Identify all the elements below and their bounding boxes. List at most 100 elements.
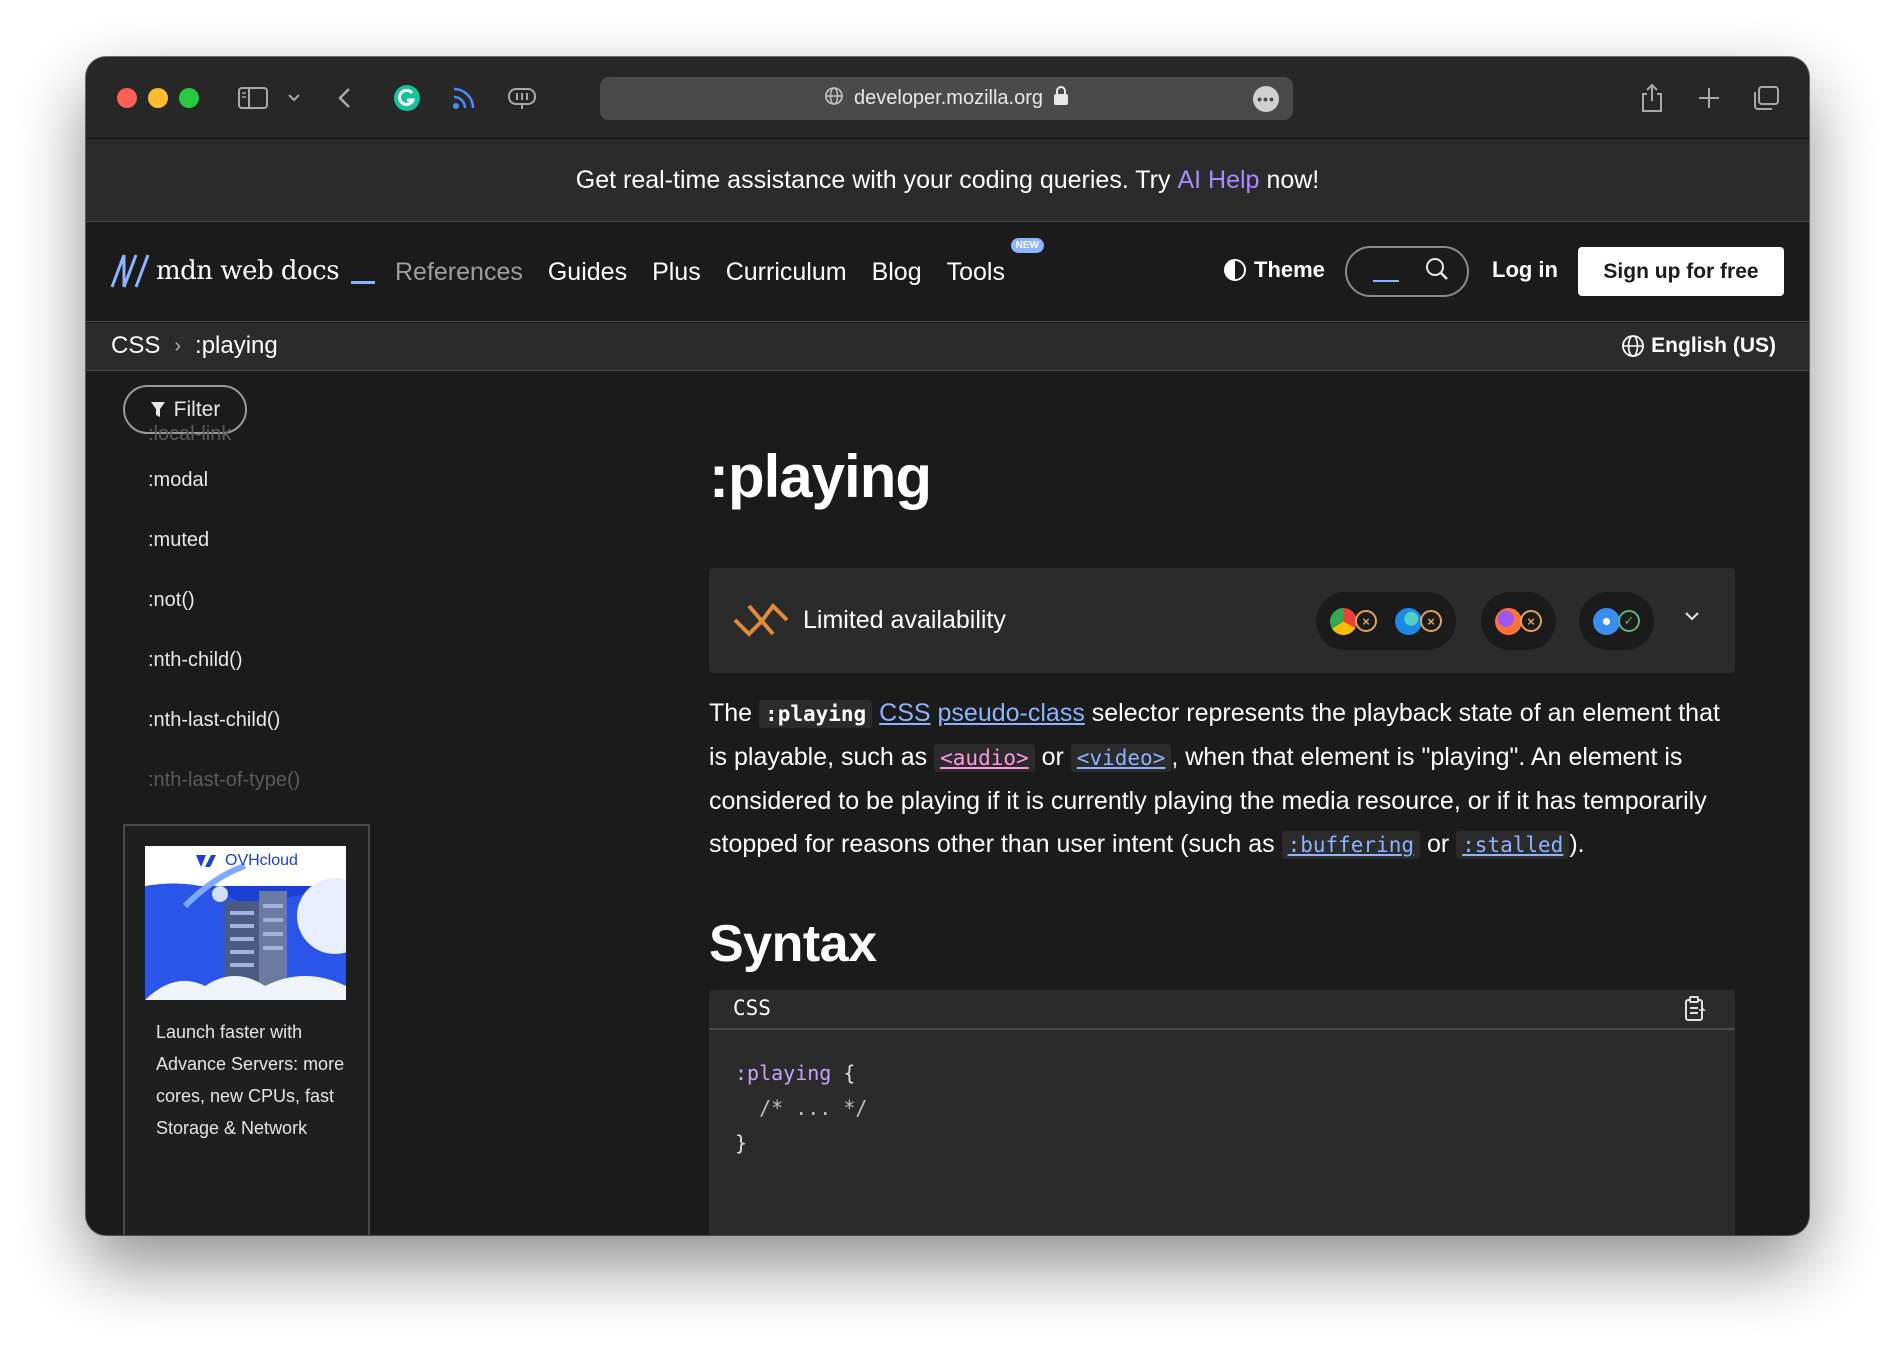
tab-overview-icon[interactable]: [1751, 79, 1781, 117]
search-input[interactable]: [1345, 246, 1469, 297]
breadcrumb-chevron-icon: ›: [174, 334, 182, 357]
new-tab-icon[interactable]: [1696, 79, 1722, 117]
ai-help-link[interactable]: AI Help: [1177, 166, 1259, 195]
zoom-window-button[interactable]: [179, 88, 199, 108]
desc-text: or: [1426, 830, 1450, 858]
sidebar-toggle-icon[interactable]: [236, 79, 270, 117]
ovhcloud-logo: OVHcloud: [195, 852, 298, 870]
inline-code: :playing: [759, 700, 873, 728]
safari-pill[interactable]: ✓: [1579, 592, 1654, 650]
code-header: CSS: [709, 990, 1735, 1030]
firefox-icon: [1495, 607, 1522, 635]
breadcrumb-css[interactable]: CSS: [111, 332, 160, 360]
login-link[interactable]: Log in: [1492, 257, 1558, 283]
lock-icon: [1053, 85, 1069, 112]
ad-image[interactable]: OVHcloud: [145, 846, 346, 1000]
logo-text: mdn web docs: [156, 256, 340, 286]
chromium-browsers-pill[interactable]: × ×: [1316, 592, 1456, 650]
globe-icon: [824, 86, 844, 112]
sidebar-item-modal[interactable]: :modal: [148, 469, 208, 492]
code-brace-close: }: [735, 1131, 748, 1155]
banner-text: Get real-time assistance with your codin…: [575, 165, 1171, 194]
sidebar-item-nth-child[interactable]: :nth-child(): [148, 649, 242, 672]
nav-tools[interactable]: Tools NEW: [946, 238, 1044, 287]
new-badge: NEW: [1010, 238, 1044, 253]
firefox-pill[interactable]: ×: [1481, 592, 1556, 650]
extension-icon[interactable]: [506, 79, 538, 117]
more-options-icon[interactable]: •••: [1253, 86, 1279, 112]
sidebar-item-local-link[interactable]: :local-link: [148, 423, 231, 446]
nav-plus[interactable]: Plus: [652, 258, 701, 287]
supported-check-icon: ✓: [1618, 610, 1640, 632]
filter-label: Filter: [173, 397, 221, 421]
grammarly-extension-icon[interactable]: [392, 79, 422, 117]
sidebar-item-nth-last-of-type[interactable]: :nth-last-of-type(): [148, 769, 300, 792]
browser-toolbar: developer.mozilla.org •••: [86, 57, 1809, 139]
code-comment: /* ... */: [735, 1096, 868, 1120]
sidebar-item-not[interactable]: :not(): [148, 589, 195, 612]
availability-label: Limited availability: [803, 606, 1006, 634]
code-body: :playing { /* ... */ }: [735, 1056, 867, 1161]
mdn-logo[interactable]: mdn web docs: [110, 253, 376, 289]
main-nav-links: References Guides Plus Curriculum Blog T…: [395, 223, 1044, 322]
syntax-heading: Syntax: [709, 915, 877, 973]
desc-text: or: [1041, 743, 1064, 771]
chevron-down-icon[interactable]: [286, 79, 302, 117]
url-text: developer.mozilla.org: [854, 87, 1043, 109]
nav-references[interactable]: References: [395, 258, 523, 287]
ad-text: Launch faster with Advance Servers: more…: [156, 1022, 345, 1138]
language-label: English (US): [1651, 334, 1776, 357]
audio-link[interactable]: <audio>: [934, 744, 1035, 772]
breadcrumb: CSS › :playing: [111, 332, 278, 360]
nav-curriculum[interactable]: Curriculum: [726, 258, 847, 287]
desc-text: The: [709, 699, 753, 727]
sidebar: Filter :local-link :modal :muted :not() …: [86, 372, 546, 1235]
logo-cursor: [351, 280, 376, 284]
nav-tools-label: Tools: [946, 258, 1005, 286]
filter-icon: [150, 401, 165, 417]
safari-icon: [1593, 607, 1620, 635]
minimize-window-button[interactable]: [148, 88, 168, 108]
breadcrumb-bar: CSS › :playing English (US): [86, 323, 1809, 371]
code-selector: :playing: [735, 1061, 832, 1085]
sidebar-item-muted[interactable]: :muted: [148, 529, 209, 552]
rss-extension-icon[interactable]: [450, 79, 478, 117]
share-icon[interactable]: [1638, 79, 1666, 117]
not-supported-icon: ×: [1520, 610, 1542, 632]
breadcrumb-playing[interactable]: :playing: [195, 332, 278, 360]
top-navigation: mdn web docs References Guides Plus Curr…: [86, 223, 1809, 322]
not-supported-icon: ×: [1355, 610, 1377, 632]
limited-availability-icon: [733, 602, 789, 643]
nav-guides[interactable]: Guides: [548, 258, 627, 287]
search-cursor: [1373, 280, 1399, 282]
buffering-link[interactable]: :buffering: [1281, 831, 1421, 859]
video-link[interactable]: <video>: [1070, 744, 1172, 772]
copy-icon[interactable]: [1683, 996, 1707, 1027]
browser-window: developer.mozilla.org ••• Get real-time …: [86, 57, 1809, 1235]
not-supported-icon: ×: [1420, 610, 1442, 632]
globe-icon: [1622, 335, 1645, 357]
sidebar-item-nth-last-child[interactable]: :nth-last-child(): [148, 709, 280, 732]
code-language: CSS: [733, 996, 771, 1020]
browser-compat-banner[interactable]: Limited availability × × × ✓: [709, 568, 1735, 673]
language-switcher[interactable]: English (US): [1621, 334, 1776, 358]
theme-switcher-button[interactable]: Theme: [1224, 257, 1325, 283]
nav-blog[interactable]: Blog: [872, 258, 922, 287]
address-bar[interactable]: developer.mozilla.org •••: [600, 77, 1293, 120]
theme-icon: [1224, 259, 1246, 281]
desc-text: ).: [1569, 830, 1585, 858]
code-example: CSS :playing { /* ... */ }: [709, 990, 1735, 1235]
sidebar-ad[interactable]: OVHcloud Launch faster with Advance Serv…: [123, 824, 370, 1235]
edge-icon: [1395, 607, 1422, 635]
stalled-link[interactable]: :stalled: [1456, 831, 1570, 859]
back-icon[interactable]: [334, 79, 354, 117]
chrome-icon: [1330, 607, 1357, 635]
close-window-button[interactable]: [117, 88, 137, 108]
banner-text-end: now!: [1266, 165, 1320, 194]
chevron-down-icon[interactable]: [1685, 608, 1699, 626]
signup-button[interactable]: Sign up for free: [1578, 247, 1784, 296]
page-title: :playing: [709, 443, 932, 510]
theme-label: Theme: [1254, 257, 1325, 282]
pseudo-class-link[interactable]: pseudo-class: [938, 699, 1085, 727]
css-link[interactable]: CSS: [879, 699, 930, 727]
